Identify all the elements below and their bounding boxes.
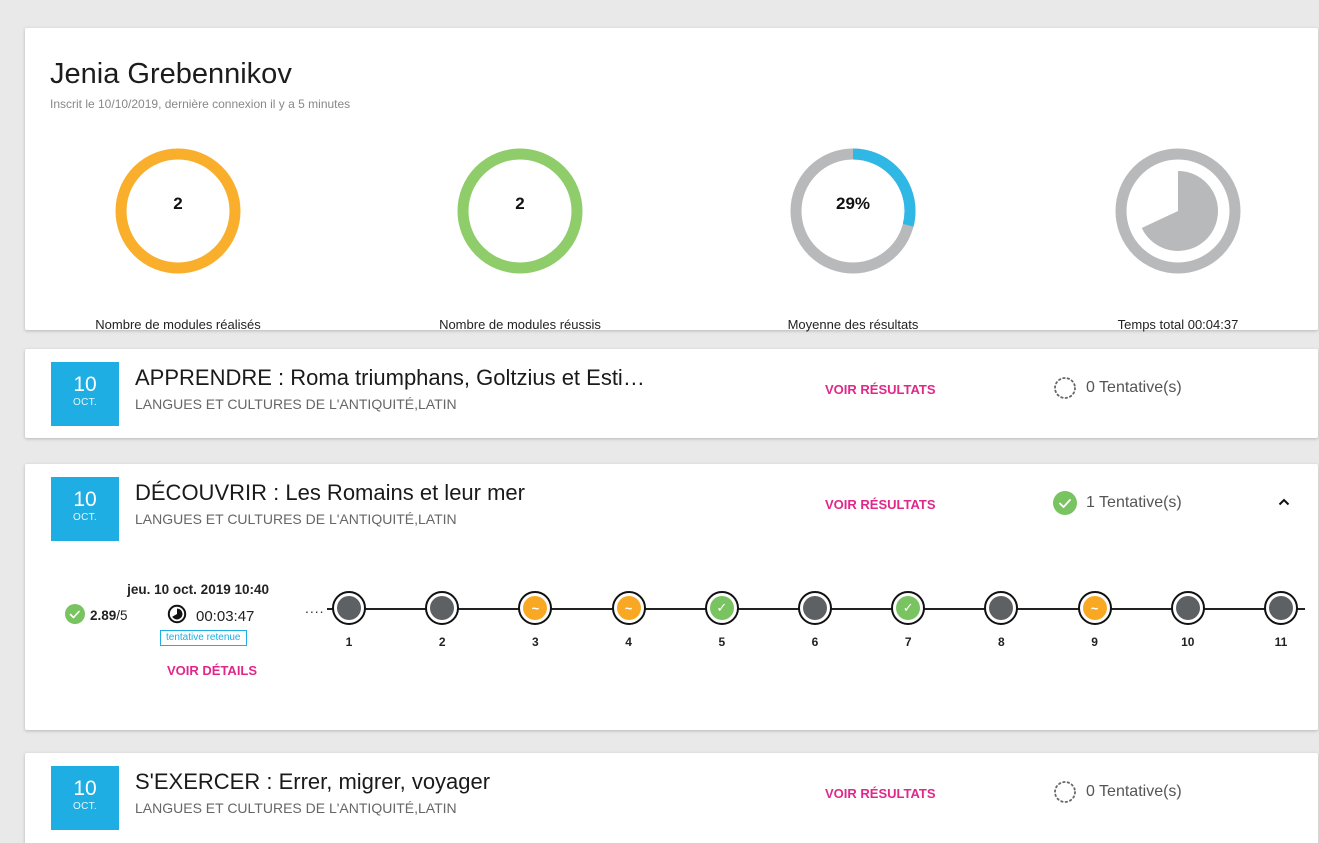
attempts-count: 0 Tentative(s) [1053, 780, 1182, 804]
module-title: DÉCOUVRIR : Les Romains et leur mer [135, 480, 525, 505]
module-subtitle: LANGUES ET CULTURES DE L'ANTIQUITÉ,LATIN [135, 800, 457, 816]
step-number: 6 [811, 635, 819, 649]
module-card: 10 OCT. S'EXERCER : Errer, migrer, voyag… [25, 753, 1318, 843]
date-day: 10 [73, 373, 97, 396]
step-number: 1 [345, 635, 353, 649]
check-circle-icon [1053, 491, 1077, 515]
module-card: 10 OCT. APPRENDRE : Roma triumphans, Gol… [25, 349, 1318, 438]
date-badge: 10 OCT. [51, 362, 119, 426]
step-dot-icon [1175, 596, 1200, 620]
module-subtitle: LANGUES ET CULTURES DE L'ANTIQUITÉ,LATIN [135, 396, 457, 412]
step-node-orange[interactable]: ~ [518, 591, 553, 625]
score-max: /5 [116, 608, 128, 623]
partial-icon: ~ [1082, 596, 1107, 620]
step-node-orange[interactable]: ~ [611, 591, 646, 625]
step-number: 9 [1091, 635, 1098, 649]
step-node-gray[interactable] [425, 591, 460, 625]
step-dot-icon [989, 596, 1014, 620]
attempts-label: 1 Tentative(s) [1086, 494, 1182, 511]
module-title: APPRENDRE : Roma triumphans, Goltzius et… [135, 365, 645, 390]
step-number: 3 [532, 635, 539, 649]
modules-realises-ring: 2 [113, 146, 243, 276]
step-number: 4 [625, 635, 632, 649]
step-dot-icon [1269, 596, 1293, 620]
module-title: S'EXERCER : Errer, migrer, voyager [135, 769, 491, 794]
step-node-gray[interactable] [1170, 591, 1205, 625]
duration-value: 00:03:47 [196, 607, 255, 625]
step-number: 5 [718, 635, 726, 649]
step-node-orange[interactable]: ~ [1077, 591, 1112, 625]
step-number: 7 [904, 635, 912, 649]
attempts-count: 0 Tentative(s) [1053, 376, 1182, 400]
partial-icon: ~ [523, 596, 548, 620]
attempt-date: jeu. 10 oct. 2019 10:40 [127, 582, 269, 597]
voir-details-link[interactable]: VOIR DÉTAILS [167, 663, 257, 678]
user-name: Jenia Grebennikov [50, 58, 292, 90]
attempt-duration: 00:03:47 [167, 604, 254, 628]
timeline-more-dots: .... [305, 600, 325, 616]
modules-reussis-label: Nombre de modules réussis [439, 317, 601, 332]
steps-timeline: .... 1 2 ~3 ~4 ✓ 5 6 ✓ 7 8 ~9 10 11 [305, 588, 1305, 652]
temps-total-clock-icon [1113, 146, 1243, 276]
voir-resultats-link[interactable]: VOIR RÉSULTATS [825, 382, 936, 397]
step-number: 8 [998, 635, 1005, 649]
attempts-label: 0 Tentative(s) [1086, 379, 1182, 396]
step-number: 10 [1181, 635, 1195, 649]
check-circle-icon [65, 604, 85, 627]
step-dot-icon [337, 596, 361, 620]
date-day: 10 [73, 488, 97, 511]
date-day: 10 [73, 777, 97, 800]
attempts-count: 1 Tentative(s) [1053, 491, 1182, 515]
modules-realises-value: 2 [173, 194, 183, 213]
moyenne-ring: 29% [788, 146, 918, 276]
module-subtitle: LANGUES ET CULTURES DE L'ANTIQUITÉ,LATIN [135, 511, 457, 527]
step-dot-icon [430, 596, 455, 620]
voir-resultats-link[interactable]: VOIR RÉSULTATS [825, 786, 936, 801]
tentative-retenue-badge: tentative retenue [160, 630, 247, 646]
attempt-score: 2.89/5 [65, 604, 128, 627]
date-badge: 10 OCT. [51, 766, 119, 830]
module-card: 10 OCT. DÉCOUVRIR : Les Romains et leur … [25, 464, 1318, 730]
step-node-gray[interactable] [984, 591, 1019, 625]
modules-reussis-value: 2 [515, 194, 525, 213]
dotted-circle-icon [1053, 780, 1077, 804]
date-month: OCT. [73, 397, 97, 408]
step-dot-icon [803, 596, 827, 620]
step-node-gray[interactable] [332, 591, 366, 625]
date-month: OCT. [73, 512, 97, 523]
step-number: 11 [1274, 635, 1288, 649]
modules-realises-label: Nombre de modules réalisés [95, 317, 261, 332]
step-number: 2 [438, 635, 446, 649]
check-icon: ✓ [709, 596, 734, 620]
dotted-circle-icon [1053, 376, 1077, 400]
date-badge: 10 OCT. [51, 477, 119, 541]
user-meta: Inscrit le 10/10/2019, dernière connexio… [50, 97, 351, 111]
clock-icon [167, 604, 187, 628]
temps-total-label: Temps total 00:04:37 [1117, 317, 1239, 332]
step-node-green[interactable]: ✓ [891, 591, 926, 625]
collapse-chevron-icon[interactable] [1276, 494, 1292, 510]
attempts-label: 0 Tentative(s) [1086, 783, 1182, 800]
date-month: OCT. [73, 801, 97, 812]
step-node-green[interactable]: ✓ [704, 591, 739, 625]
step-node-gray[interactable] [1264, 591, 1298, 625]
modules-reussis-ring: 2 [455, 146, 585, 276]
moyenne-label: Moyenne des résultats [787, 317, 919, 332]
profile-card: Jenia Grebennikov Inscrit le 10/10/2019,… [25, 28, 1318, 332]
voir-resultats-link[interactable]: VOIR RÉSULTATS [825, 497, 936, 512]
check-icon: ✓ [896, 596, 921, 620]
step-node-gray[interactable] [798, 591, 832, 625]
partial-icon: ~ [616, 596, 641, 620]
score-value: 2.89 [90, 608, 117, 623]
moyenne-value: 29% [835, 194, 871, 213]
